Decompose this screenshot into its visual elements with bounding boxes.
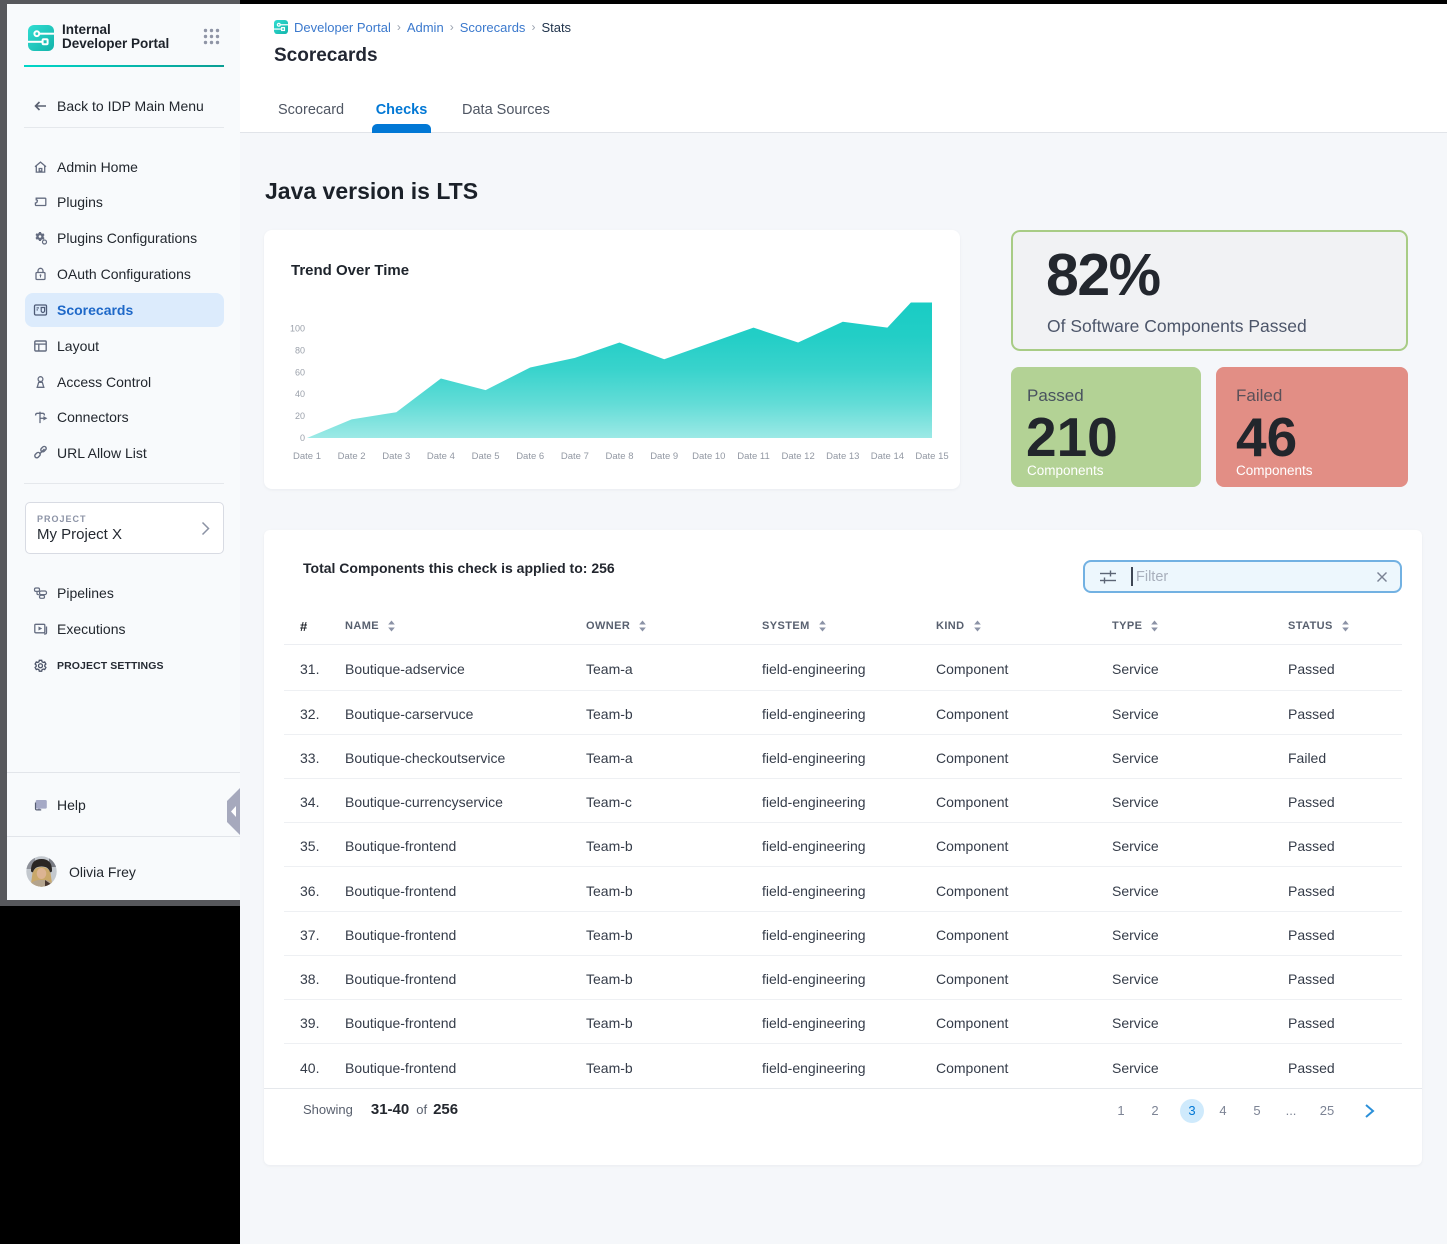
svg-text:40: 40 xyxy=(295,389,305,399)
svg-text:Date 2: Date 2 xyxy=(338,451,366,462)
svg-text:20: 20 xyxy=(295,411,305,421)
svg-text:80: 80 xyxy=(295,345,305,355)
svg-text:Date 8: Date 8 xyxy=(606,451,634,462)
svg-text:Date 9: Date 9 xyxy=(650,451,678,462)
svg-text:0: 0 xyxy=(300,433,305,443)
svg-text:Date 7: Date 7 xyxy=(561,451,589,462)
svg-text:Date 10: Date 10 xyxy=(692,451,725,462)
svg-text:Date 14: Date 14 xyxy=(871,451,904,462)
svg-text:Date 6: Date 6 xyxy=(516,451,544,462)
svg-text:Date 3: Date 3 xyxy=(382,451,410,462)
svg-text:Date 5: Date 5 xyxy=(472,451,500,462)
svg-text:Date 12: Date 12 xyxy=(781,451,814,462)
svg-text:100: 100 xyxy=(290,324,305,334)
svg-text:Date 11: Date 11 xyxy=(737,451,770,462)
svg-text:60: 60 xyxy=(295,367,305,377)
svg-text:Date 4: Date 4 xyxy=(427,451,455,462)
svg-text:Date 15: Date 15 xyxy=(915,451,948,462)
svg-text:Date 13: Date 13 xyxy=(826,451,859,462)
svg-text:Date 1: Date 1 xyxy=(293,451,321,462)
